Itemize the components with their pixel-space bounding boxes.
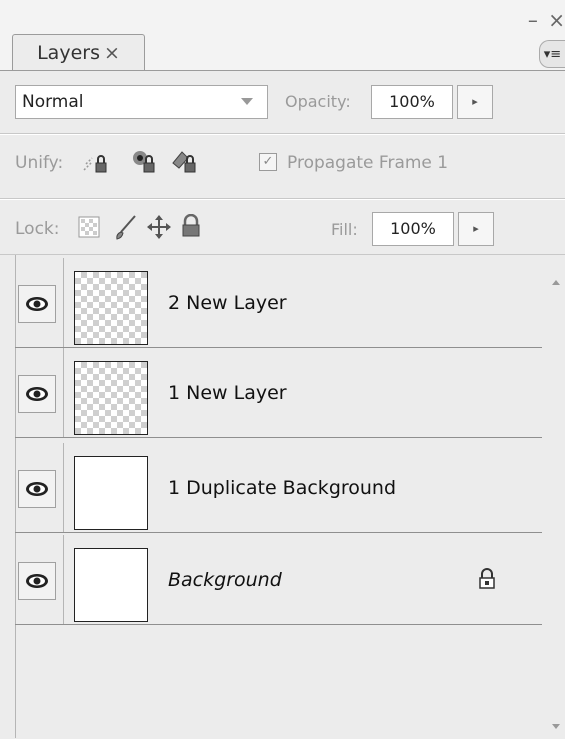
fill-label: Fill: <box>331 220 358 239</box>
close-icon[interactable]: × <box>548 8 565 32</box>
divider <box>0 134 565 135</box>
fill-input[interactable]: 100% <box>372 212 454 246</box>
layer-lock-icon <box>477 568 497 594</box>
opacity-input[interactable]: 100% <box>371 85 453 119</box>
visibility-eye-icon[interactable] <box>18 375 56 413</box>
unify-style-icon[interactable] <box>170 148 200 180</box>
fill-slider-button[interactable]: ▸ <box>458 212 494 246</box>
unify-label: Unify: <box>15 153 64 173</box>
chevron-down-icon <box>241 98 253 105</box>
layer-thumbnail <box>74 548 148 622</box>
layer-row[interactable]: 1 Duplicate Background <box>15 443 542 533</box>
opacity-slider-button[interactable]: ▸ <box>457 85 493 119</box>
scroll-down-icon[interactable] <box>552 724 560 729</box>
scroll-up-icon[interactable] <box>552 280 560 285</box>
blend-mode-value: Normal <box>22 92 84 112</box>
divider <box>0 199 565 200</box>
tab-label: Layers <box>37 42 100 64</box>
layer-thumbnail <box>74 271 148 345</box>
visibility-eye-icon[interactable] <box>18 562 56 600</box>
layer-thumbnail <box>74 361 148 435</box>
unify-position-icon[interactable] <box>82 150 112 180</box>
tab-layers[interactable]: Layers × <box>12 34 145 70</box>
blend-mode-select[interactable]: Normal <box>15 85 268 119</box>
tab-close-icon[interactable]: × <box>104 42 120 64</box>
opacity-label: Opacity: <box>285 92 351 111</box>
unify-visibility-icon[interactable] <box>130 148 160 180</box>
divider <box>63 258 64 347</box>
panel-menu-icon[interactable]: ▾≡ <box>539 40 565 68</box>
divider <box>63 348 64 437</box>
layer-thumbnail <box>74 456 148 530</box>
layer-row[interactable]: 2 New Layer <box>15 258 542 348</box>
minimize-icon[interactable]: – <box>528 8 538 32</box>
divider <box>63 535 64 624</box>
lock-label: Lock: <box>15 219 60 239</box>
lock-pixels-brush-icon[interactable] <box>113 214 139 244</box>
propagate-label: Propagate Frame 1 <box>287 153 449 173</box>
layer-name[interactable]: Background <box>168 569 282 591</box>
layer-name[interactable]: 1 Duplicate Background <box>168 477 396 499</box>
divider <box>63 443 64 532</box>
visibility-eye-icon[interactable] <box>18 470 56 508</box>
propagate-checkbox[interactable]: ✓ <box>259 153 277 171</box>
lock-all-icon[interactable] <box>180 213 202 242</box>
scrollbar[interactable] <box>548 262 565 738</box>
lock-position-move-icon[interactable] <box>146 214 172 244</box>
layer-row[interactable]: Background <box>15 535 542 625</box>
layer-row[interactable]: 1 New Layer <box>15 348 542 438</box>
layer-name[interactable]: 1 New Layer <box>168 382 287 404</box>
window-controls: – × <box>528 8 565 32</box>
layer-name[interactable]: 2 New Layer <box>168 292 287 314</box>
visibility-eye-icon[interactable] <box>18 285 56 323</box>
lock-transparent-icon[interactable] <box>78 216 100 242</box>
